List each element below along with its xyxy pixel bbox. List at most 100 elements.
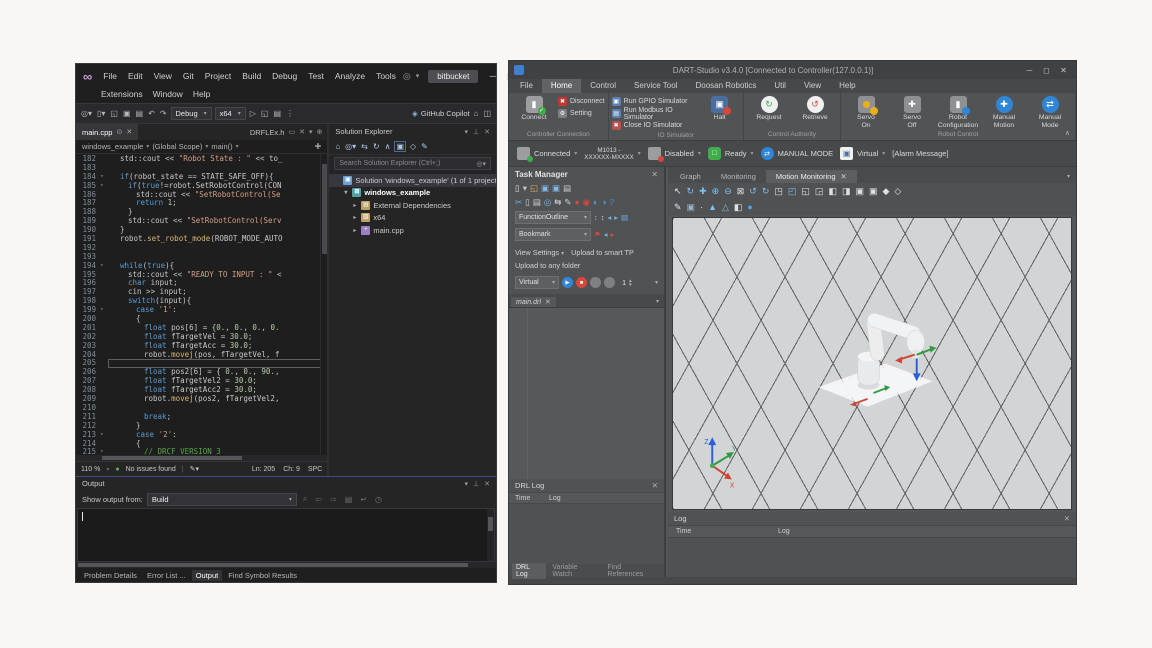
more-tools-icon[interactable]: ⋮ xyxy=(285,109,295,118)
collapse-ribbon-icon[interactable]: ∧ xyxy=(1065,129,1070,137)
base-frame-icon[interactable]: △ xyxy=(722,200,729,214)
manual-mode-button[interactable]: ⇄Manual Mode xyxy=(1028,95,1072,129)
view-back-icon[interactable]: ◲ xyxy=(815,184,824,198)
editor-horizontal-scrollbar[interactable] xyxy=(76,455,327,461)
tab-graph[interactable]: Graph xyxy=(670,170,711,183)
layout-icon[interactable]: ◫ xyxy=(482,109,492,118)
menu-view[interactable]: View xyxy=(149,69,177,83)
save-all-icon[interactable]: ▤ xyxy=(135,109,145,118)
pan-icon[interactable]: ✚ xyxy=(699,184,707,198)
dropdown-icon[interactable]: ▾ xyxy=(465,128,469,136)
column-log[interactable]: Log xyxy=(778,528,1076,535)
step-button[interactable] xyxy=(604,277,615,288)
breadcrumb-project[interactable]: windows_example xyxy=(82,142,143,151)
column-log[interactable]: Log xyxy=(549,495,664,502)
paste-icon[interactable]: ▤ xyxy=(533,197,541,207)
tree-item-external-dependencie[interactable]: ▸▤External Dependencies xyxy=(329,199,496,212)
tab-monitoring[interactable]: Monitoring xyxy=(711,170,766,183)
code-line-187[interactable]: 187return 1; xyxy=(76,199,327,208)
help-icon[interactable]: ? xyxy=(609,197,614,207)
account-chip[interactable]: bitbucket xyxy=(428,70,478,83)
view-settings-link[interactable]: View Settings ▾ xyxy=(515,248,564,257)
show-tool-icon[interactable]: ◇ xyxy=(894,184,901,198)
breadcrumb-scope[interactable]: (Global Scope) xyxy=(152,142,202,151)
code-line-198[interactable]: 198switch(input){ xyxy=(76,297,327,306)
robot-configuration-button[interactable]: ▮Robot Configuration xyxy=(936,95,980,129)
run-target-dropdown[interactable]: Virtual▾ xyxy=(515,276,559,289)
tab-drflex-h[interactable]: DRFLEx.h xyxy=(250,128,285,137)
solution-search-input[interactable]: Search Solution Explorer (Ctrl+;) ◎▾ xyxy=(334,157,491,170)
export-icon[interactable]: ▤ xyxy=(563,183,571,193)
menu-build[interactable]: Build xyxy=(237,69,266,83)
column-time[interactable]: Time xyxy=(509,495,549,502)
minimize-icon[interactable]: ─ xyxy=(1022,66,1037,75)
menu-window[interactable]: Window xyxy=(148,88,188,103)
ribbon-tab-util[interactable]: Util xyxy=(765,79,795,93)
run-icon[interactable]: ▷ xyxy=(249,109,257,118)
tab-find-symbol-results[interactable]: Find Symbol Results xyxy=(224,570,301,581)
sort-desc-icon[interactable]: ↕ xyxy=(601,213,605,223)
zoom-level[interactable]: 110 % xyxy=(81,466,100,473)
output-horizontal-scrollbar[interactable] xyxy=(76,562,496,568)
record-stop-icon[interactable]: ◉ xyxy=(583,197,590,207)
code-line-213[interactable]: 213▿case '2': xyxy=(76,431,327,440)
menu-analyze[interactable]: Analyze xyxy=(330,69,370,83)
view-right-icon[interactable]: ◨ xyxy=(842,184,851,198)
word-wrap-icon[interactable]: ↵ xyxy=(358,495,369,504)
drl-editor-area[interactable] xyxy=(509,307,664,479)
menu-tools[interactable]: Tools xyxy=(371,69,401,83)
sync-icon[interactable]: ◐ xyxy=(593,197,598,207)
refresh-icon[interactable]: ↻ xyxy=(373,142,380,151)
search-icon[interactable]: ◎ xyxy=(544,197,551,207)
github-copilot-button[interactable]: ◈ GitHub Copilot ⌂ ◫ xyxy=(412,109,492,118)
status-connected[interactable]: Connected▾ xyxy=(517,147,577,160)
tree-item-x64[interactable]: ▸▧x64 xyxy=(329,212,496,225)
tab-variable-watch[interactable]: Variable Watch xyxy=(548,563,601,579)
tab-problem-details[interactable]: Problem Details xyxy=(80,570,141,581)
run-gpio-simulator-button[interactable]: ▣Run GPIO Simulator xyxy=(612,96,698,107)
bookmark-prev-icon[interactable]: ◂ xyxy=(604,230,608,240)
edit-mode-icon[interactable]: ✎▾ xyxy=(190,465,199,473)
column-indicator[interactable]: Ch: 9 xyxy=(283,466,300,473)
ribbon-tab-file[interactable]: File xyxy=(511,79,542,93)
ribbon-tab-control[interactable]: Control xyxy=(581,79,625,93)
tab-drl-log[interactable]: DRL Log xyxy=(512,563,546,579)
find-icon[interactable]: ▤ xyxy=(272,109,282,118)
halt-button[interactable]: ▣Halt xyxy=(699,95,740,122)
tab-motion-monitoring[interactable]: Motion Monitoring✕ xyxy=(766,170,857,183)
menu-extensions[interactable]: Extensions xyxy=(96,88,148,103)
view-top-icon[interactable]: ◰ xyxy=(788,184,797,198)
find-message-icon[interactable]: ⌕ xyxy=(301,494,309,504)
search-dropdown-icon[interactable]: ▾ xyxy=(413,72,423,80)
platform-dropdown[interactable]: x64▾ xyxy=(215,107,246,120)
manual-motion-button[interactable]: ✚Manual Motion xyxy=(982,95,1026,129)
rotate-right-icon[interactable]: ↻ xyxy=(762,184,770,198)
preview-icon[interactable]: ▭ xyxy=(288,128,295,136)
close-icon[interactable]: ✕ xyxy=(484,128,490,136)
tab-output[interactable]: Output xyxy=(192,570,223,581)
home-icon[interactable]: ⌂ xyxy=(335,142,340,151)
tool-frame-icon[interactable]: ▲ xyxy=(708,200,717,214)
zoom-in-icon[interactable]: ⊕ xyxy=(712,184,720,198)
nav-prev-icon[interactable]: ◂ xyxy=(608,213,612,223)
code-line-197[interactable]: 197cin >> input; xyxy=(76,288,327,297)
code-line-196[interactable]: 196char input; xyxy=(76,279,327,288)
setting-button[interactable]: ⚙Setting xyxy=(558,108,605,119)
tab-main-drl[interactable]: main.drl ✕ xyxy=(511,297,556,307)
servo-on-button[interactable]: Servo On xyxy=(844,95,888,129)
code-line-211[interactable]: 211break; xyxy=(76,413,327,422)
save-icon[interactable]: ▣ xyxy=(122,109,132,118)
properties-icon[interactable]: ◇ xyxy=(410,142,416,151)
menu-test[interactable]: Test xyxy=(303,69,329,83)
code-line-192[interactable]: 192 xyxy=(76,244,327,253)
maximize-icon[interactable]: ◻ xyxy=(1039,66,1054,75)
upload-any-folder-link[interactable]: Upload to any folder xyxy=(515,261,580,270)
menu-file[interactable]: File xyxy=(98,69,122,83)
status-ready[interactable]: □Ready▾ xyxy=(708,147,754,160)
ribbon-tab-service-tool[interactable]: Service Tool xyxy=(625,79,686,93)
output-content[interactable] xyxy=(77,508,495,562)
code-line-193[interactable]: 193 xyxy=(76,253,327,262)
pending-changes-icon[interactable]: ⇆ xyxy=(361,142,368,151)
editor-vertical-scrollbar[interactable] xyxy=(320,154,327,455)
tab-find-references[interactable]: Find References xyxy=(603,563,661,579)
